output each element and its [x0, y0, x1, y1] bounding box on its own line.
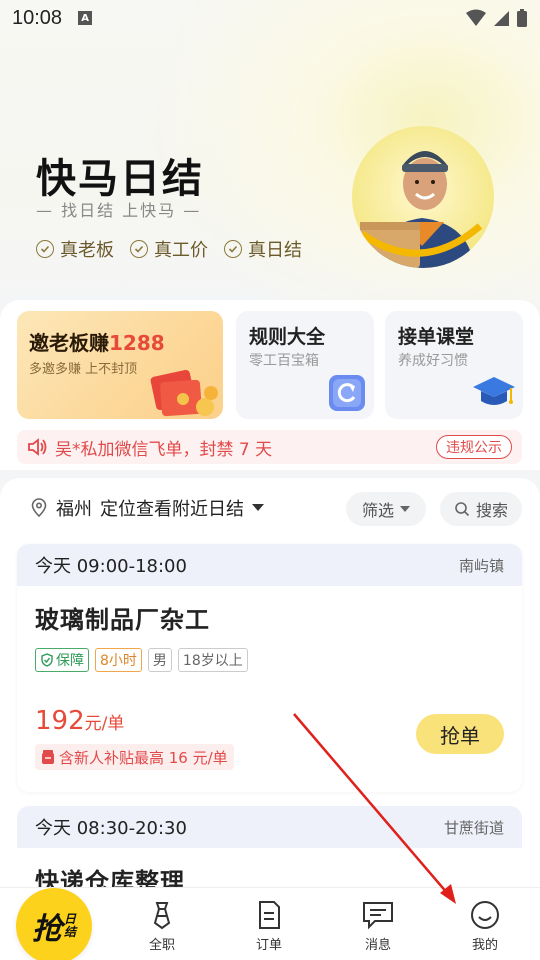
annotation-arrow [293, 713, 456, 904]
